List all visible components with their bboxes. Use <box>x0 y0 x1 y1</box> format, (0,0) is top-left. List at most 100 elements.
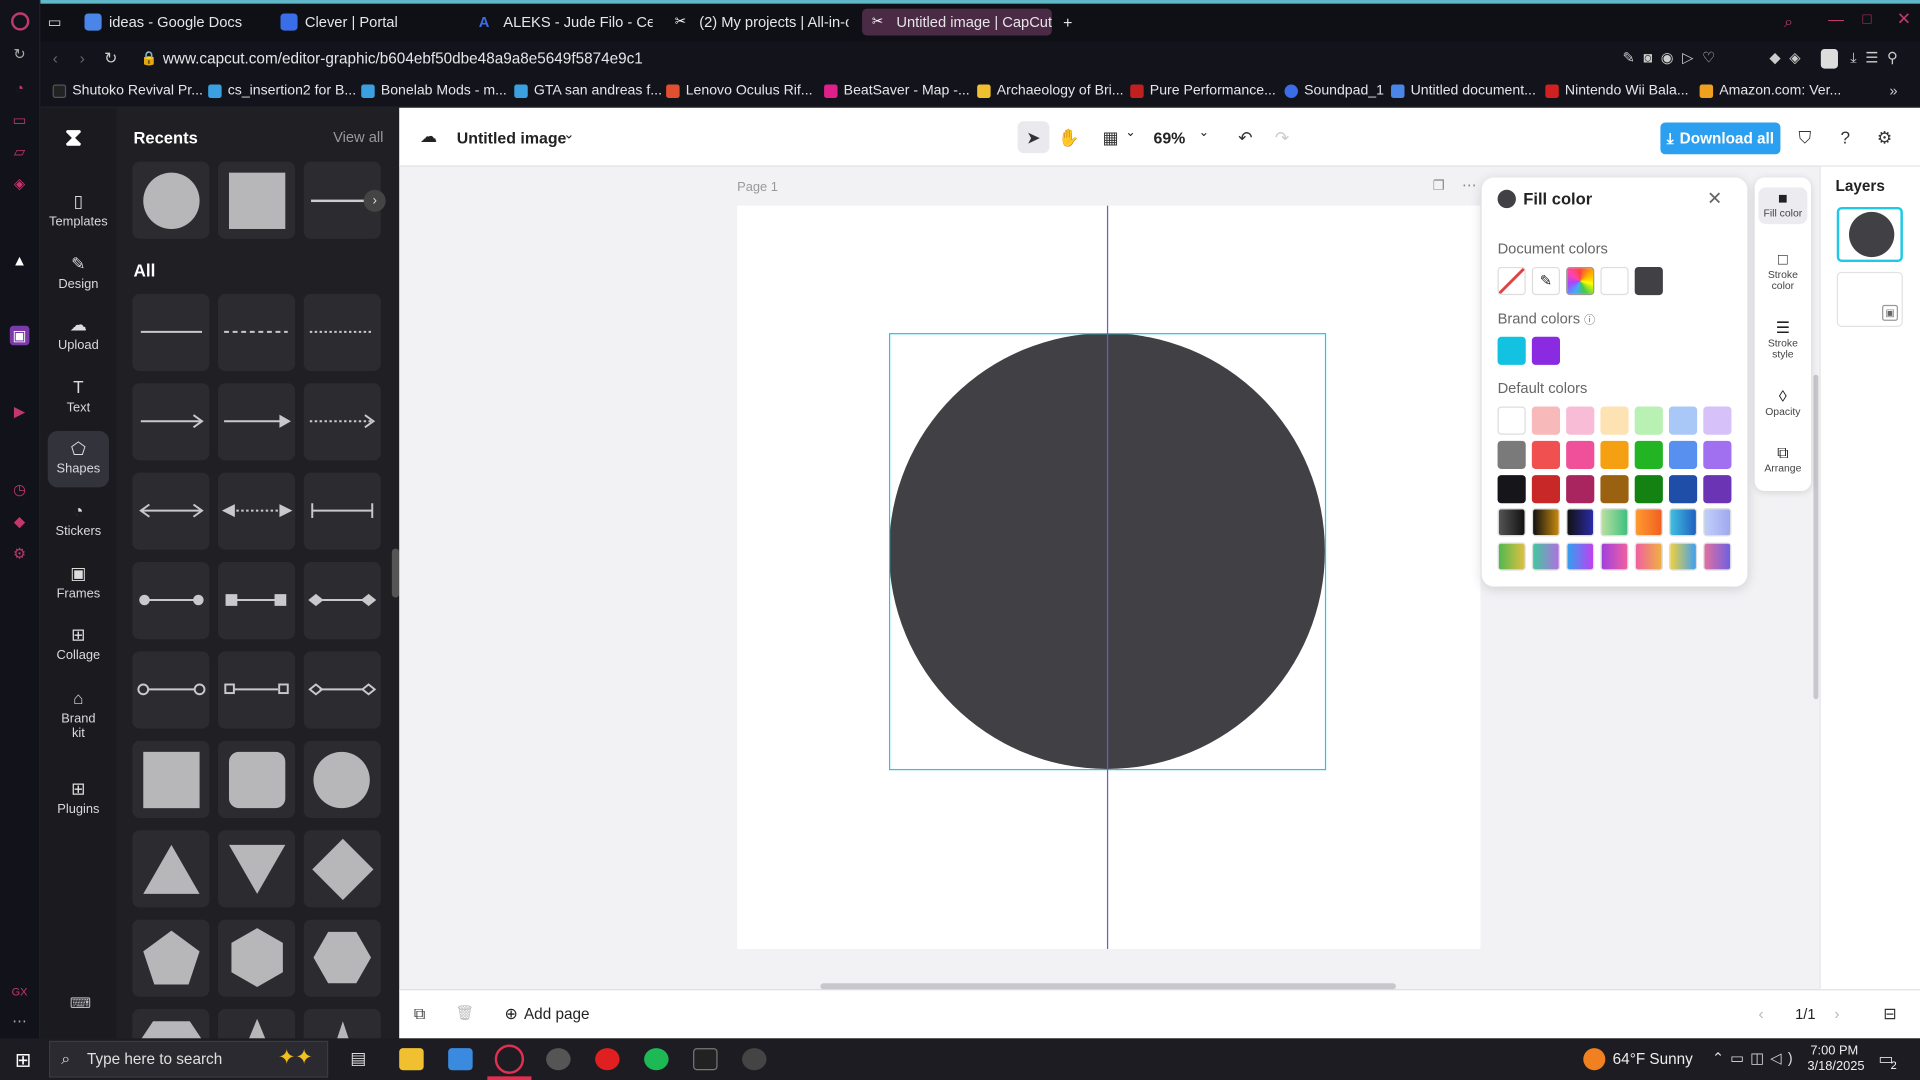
rail-plugins[interactable]: ⊞ Plugins <box>48 771 109 827</box>
new-tab-button[interactable]: + <box>1059 9 1076 36</box>
default-color-swatch[interactable] <box>1566 406 1595 435</box>
help-icon[interactable]: ? <box>1829 121 1861 153</box>
gradient-swatch[interactable] <box>1531 508 1561 537</box>
close-window-icon[interactable]: ✕ <box>1897 9 1911 30</box>
doc-color-dark[interactable] <box>1634 266 1663 296</box>
rail-frames[interactable]: ▣ Frames <box>48 556 109 612</box>
clock-icon[interactable]: ◔ <box>10 78 30 98</box>
gradient-swatch[interactable] <box>1600 542 1629 571</box>
default-color-swatch[interactable] <box>1531 475 1561 504</box>
bookmark-item[interactable]: Lenovo Oculus Rif... <box>666 83 813 98</box>
bookmark-item[interactable]: GTA san andreas f... <box>514 83 662 98</box>
tab-untitled-image[interactable]: ✂ Untitled image | CapCut <box>862 8 1052 36</box>
brand-color-cyan[interactable] <box>1497 336 1526 365</box>
store-icon[interactable] <box>448 1048 473 1071</box>
maximize-icon[interactable]: □ <box>1862 10 1871 27</box>
rail-design[interactable]: ✎ Design <box>48 246 109 302</box>
bookmark-item[interactable]: BeatSaver - Map -... <box>824 83 970 98</box>
tool-stroke-style[interactable]: ☰ Stroke style <box>1758 320 1807 360</box>
settings-icon[interactable]: ⚙ <box>10 544 30 564</box>
tool-opacity[interactable]: ◊ Opacity <box>1758 388 1807 418</box>
rail-upload[interactable]: ☁ Upload <box>48 307 109 363</box>
no-color-swatch[interactable] <box>1497 266 1526 296</box>
back-icon[interactable]: ‹ <box>53 49 58 67</box>
gradient-swatch[interactable] <box>1497 508 1526 537</box>
tab-clever[interactable]: Clever | Portal <box>280 9 464 36</box>
call-of-duty-icon[interactable] <box>693 1048 718 1071</box>
spotify-icon[interactable] <box>644 1048 669 1071</box>
profile-icon[interactable] <box>1820 48 1838 69</box>
reload-icon[interactable]: ↻ <box>104 49 117 69</box>
gradient-swatch[interactable] <box>1497 542 1526 571</box>
default-color-swatch[interactable] <box>1634 475 1663 504</box>
default-color-swatch[interactable] <box>1600 475 1629 504</box>
vertical-scrollbar[interactable] <box>1813 374 1819 700</box>
bag-icon[interactable]: ▭ <box>10 110 30 130</box>
tab-search-icon[interactable]: ⌕ <box>1784 12 1793 32</box>
history-icon[interactable]: ◷ <box>10 480 30 500</box>
default-color-swatch[interactable] <box>1497 440 1526 469</box>
default-color-swatch[interactable] <box>1531 440 1561 469</box>
redo-icon[interactable]: ↷ <box>1266 121 1298 153</box>
tray-icons[interactable]: ⌃▭◫◁) <box>1712 1049 1799 1066</box>
layer-background[interactable]: ▣ <box>1836 271 1903 327</box>
bookmark-item[interactable]: Nintendo Wii Bala... <box>1545 83 1689 98</box>
keyboard-icon[interactable]: ⌨ <box>70 994 91 1011</box>
app-icon[interactable] <box>742 1048 767 1071</box>
default-color-swatch[interactable] <box>1668 406 1698 435</box>
rail-templates[interactable]: ▯ Templates <box>48 184 109 240</box>
default-color-swatch[interactable] <box>1703 475 1732 504</box>
gx-icon[interactable]: GX <box>10 982 30 1002</box>
select-tool-icon[interactable]: ➤ <box>1017 121 1050 154</box>
shield-icon[interactable]: ⛉ <box>1789 121 1821 153</box>
gradient-swatch[interactable] <box>1600 508 1629 537</box>
opera-gx-taskbar-icon[interactable] <box>494 1044 525 1074</box>
gradient-swatch[interactable] <box>1703 542 1732 571</box>
gradient-swatch[interactable] <box>1566 508 1595 537</box>
gradient-swatch[interactable] <box>1634 542 1663 571</box>
rail-shapes[interactable]: ⬠ Shapes <box>47 431 109 488</box>
download-menu-icons[interactable]: ⤓☰⚲ <box>1850 49 1906 67</box>
bookmark-item[interactable]: Shutoko Revival Pr... <box>52 83 203 98</box>
prev-page-icon[interactable]: ‹ <box>1758 1004 1763 1022</box>
forward-icon[interactable]: › <box>80 49 85 67</box>
copy-page-icon[interactable]: ⧉ <box>414 1004 425 1024</box>
messenger-icon[interactable]: ◈ <box>10 174 30 194</box>
doc-color-white[interactable] <box>1600 266 1629 296</box>
minimize-icon[interactable]: — <box>1828 10 1844 28</box>
close-icon[interactable]: ✕ <box>1707 187 1722 210</box>
color-picker-swatch[interactable] <box>1566 266 1595 296</box>
settings-gear-icon[interactable]: ⚙ <box>1869 121 1901 153</box>
undo-icon[interactable]: ↶ <box>1229 121 1261 153</box>
default-color-swatch[interactable] <box>1634 406 1663 435</box>
gradient-swatch[interactable] <box>1668 542 1698 571</box>
layer-circle[interactable] <box>1836 206 1903 263</box>
tab-my-projects[interactable]: ✂ (2) My projects | All-in-o <box>675 9 849 36</box>
weather-text[interactable]: 64°F Sunny <box>1613 1051 1693 1068</box>
capcut-logo-icon[interactable]: ⧗ <box>65 125 82 153</box>
bookmark-item[interactable]: Untitled document... <box>1391 83 1536 98</box>
task-view-icon[interactable]: ▤ <box>350 1048 366 1069</box>
title-dropdown-icon[interactable]: ⌄ <box>563 126 574 142</box>
recent-square[interactable] <box>217 161 296 239</box>
twitch-icon[interactable]: ▣ <box>9 325 30 346</box>
zoom-dropdown-icon[interactable]: ⌄ <box>1199 126 1209 139</box>
app-icon[interactable] <box>546 1048 571 1071</box>
bookmark-item[interactable]: Soundpad_1 <box>1284 83 1384 98</box>
default-color-swatch[interactable] <box>1566 440 1595 469</box>
gradient-swatch[interactable] <box>1531 542 1561 571</box>
default-color-swatch[interactable] <box>1497 406 1526 435</box>
info-icon[interactable]: ⓘ <box>1584 313 1595 325</box>
file-explorer-icon[interactable] <box>399 1048 424 1071</box>
gradient-swatch[interactable] <box>1668 508 1698 537</box>
default-color-swatch[interactable] <box>1668 475 1698 504</box>
default-color-swatch[interactable] <box>1531 406 1561 435</box>
video-app-icon[interactable] <box>595 1048 620 1071</box>
layout-icon[interactable]: ▦ <box>1095 121 1127 153</box>
taskbar-search[interactable]: ⌕ Type here to search ✦✦ <box>48 1040 329 1078</box>
layout-dropdown-icon[interactable]: ⌄ <box>1125 126 1135 139</box>
cloud-icon[interactable]: ☁ <box>420 126 437 147</box>
download-all-button[interactable]: ⤓ Download all <box>1660 122 1781 155</box>
rail-brand-kit[interactable]: ⌂ Brand kit <box>48 681 109 750</box>
play-circle-icon[interactable]: ▶ <box>10 402 30 422</box>
